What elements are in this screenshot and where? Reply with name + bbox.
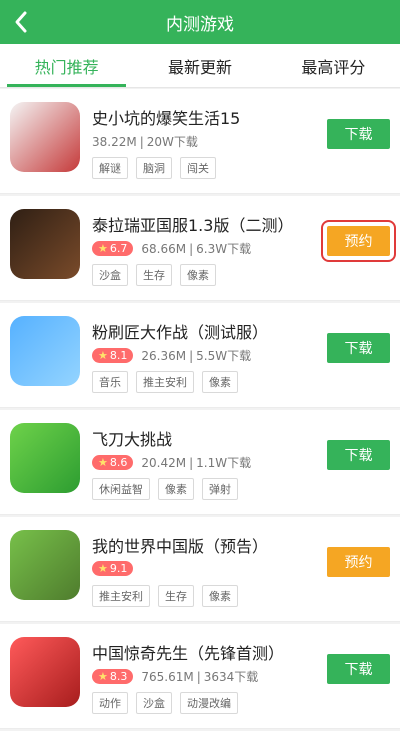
tag-list: 动作 沙盒 动漫改编 xyxy=(92,692,238,714)
game-name: 中国惊奇先生（先锋首测） xyxy=(92,644,285,663)
brush-character-icon xyxy=(10,316,80,386)
game-downloads: 3634下载 xyxy=(203,670,259,684)
back-arrow-icon[interactable] xyxy=(8,8,36,36)
game-item[interactable]: 飞刀大挑战 ★ 8.6 20.42M | 1.1W下载 休闲益智 像素 弹射 下载 xyxy=(0,410,400,515)
game-meta: ★ 8.6 20.42M | 1.1W下载 xyxy=(92,454,251,471)
star-icon: ★ xyxy=(98,670,108,683)
download-button[interactable]: 下载 xyxy=(327,654,390,684)
tag[interactable]: 生存 xyxy=(158,585,194,607)
tab-latest[interactable]: 最新更新 xyxy=(133,44,266,87)
game-downloads: 20W下载 xyxy=(146,135,198,149)
game-meta: ★ 6.7 68.66M | 6.3W下载 xyxy=(92,240,251,257)
tag[interactable]: 像素 xyxy=(158,478,194,500)
game-item[interactable]: 中国惊奇先生（先锋首测） ★ 8.3 765.61M | 3634下载 动作 沙盒… xyxy=(0,624,400,729)
tab-hot[interactable]: 热门推荐 xyxy=(0,44,133,87)
game-size: 38.22M xyxy=(92,134,137,149)
rating-badge: ★ 8.1 xyxy=(92,348,134,363)
game-downloads: 1.1W下载 xyxy=(196,456,252,470)
tag[interactable]: 像素 xyxy=(202,585,238,607)
tag-list: 沙盒 生存 像素 xyxy=(92,264,216,286)
tag[interactable]: 生存 xyxy=(136,264,172,286)
game-downloads: 5.5W下载 xyxy=(196,349,252,363)
game-size: 765.61M xyxy=(141,669,194,684)
tag[interactable]: 休闲益智 xyxy=(92,478,150,500)
cartoon-face-icon xyxy=(10,102,80,172)
rating-badge: ★ 9.1 xyxy=(92,561,134,576)
tag-list: 推主安利 生存 像素 xyxy=(92,585,238,607)
star-icon: ★ xyxy=(98,456,108,469)
game-name: 我的世界中国版（预告） xyxy=(92,537,269,556)
game-list: 史小坑的爆笑生活15 38.22M | 20W下载 解谜 脑洞 闯关 下载 泰拉… xyxy=(0,89,400,731)
game-item[interactable]: 粉刷匠大作战（测试服） ★ 8.1 26.36M | 5.5W下载 音乐 推主安利… xyxy=(0,303,400,408)
tag[interactable]: 动漫改编 xyxy=(180,692,238,714)
tag[interactable]: 动作 xyxy=(92,692,128,714)
tag[interactable]: 推主安利 xyxy=(136,371,194,393)
game-size: 20.42M xyxy=(141,455,187,470)
game-meta: 38.22M | 20W下载 xyxy=(92,134,198,150)
star-icon: ★ xyxy=(98,349,108,362)
top-bar: 内测游戏 xyxy=(0,0,400,44)
reserve-button[interactable]: 预约 xyxy=(321,220,396,262)
game-item[interactable]: 泰拉瑞亚国服1.3版（二测） ★ 6.7 68.66M | 6.3W下载 沙盒 生… xyxy=(0,196,400,301)
rating-badge: ★ 6.7 xyxy=(92,241,134,256)
tab-bar: 热门推荐 最新更新 最高评分 xyxy=(0,44,400,88)
tag[interactable]: 音乐 xyxy=(92,371,128,393)
knife-icon xyxy=(10,423,80,493)
tag[interactable]: 解谜 xyxy=(92,157,128,179)
game-name: 史小坑的爆笑生活15 xyxy=(92,109,241,128)
tag[interactable]: 弹射 xyxy=(202,478,238,500)
tag[interactable]: 像素 xyxy=(180,264,216,286)
tag-list: 音乐 推主安利 像素 xyxy=(92,371,238,393)
game-meta: ★ 8.1 26.36M | 5.5W下载 xyxy=(92,347,251,364)
tag[interactable]: 推主安利 xyxy=(92,585,150,607)
game-meta: ★ 9.1 xyxy=(92,561,141,576)
game-item[interactable]: 史小坑的爆笑生活15 38.22M | 20W下载 解谜 脑洞 闯关 下载 xyxy=(0,89,400,194)
rating-badge: ★ 8.6 xyxy=(92,455,134,470)
tag-list: 休闲益智 像素 弹射 xyxy=(92,478,238,500)
star-icon: ★ xyxy=(98,242,108,255)
game-size: 26.36M xyxy=(141,348,187,363)
game-downloads: 6.3W下载 xyxy=(196,242,252,256)
download-button[interactable]: 下载 xyxy=(327,440,390,470)
rating-badge: ★ 8.3 xyxy=(92,669,134,684)
tab-top-rated[interactable]: 最高评分 xyxy=(267,44,400,87)
page-title: 内测游戏 xyxy=(166,14,234,35)
tag[interactable]: 沙盒 xyxy=(92,264,128,286)
anime-character-icon xyxy=(10,637,80,707)
star-icon: ★ xyxy=(98,562,108,575)
game-meta: ★ 8.3 765.61M | 3634下载 xyxy=(92,668,258,685)
game-size: 68.66M xyxy=(141,241,187,256)
game-item[interactable]: 我的世界中国版（预告） ★ 9.1 推主安利 生存 像素 预约 xyxy=(0,517,400,622)
game-name: 飞刀大挑战 xyxy=(92,430,173,449)
pixel-adventure-icon xyxy=(10,209,80,279)
tag[interactable]: 闯关 xyxy=(180,157,216,179)
minecraft-block-icon xyxy=(10,530,80,600)
tag-list: 解谜 脑洞 闯关 xyxy=(92,157,216,179)
game-name: 粉刷匠大作战（测试服） xyxy=(92,323,269,342)
tag[interactable]: 沙盒 xyxy=(136,692,172,714)
game-name: 泰拉瑞亚国服1.3版（二测） xyxy=(92,216,294,235)
download-button[interactable]: 下载 xyxy=(327,333,390,363)
download-button[interactable]: 下载 xyxy=(327,119,390,149)
reserve-button[interactable]: 预约 xyxy=(327,547,390,577)
tag[interactable]: 脑洞 xyxy=(136,157,172,179)
tag[interactable]: 像素 xyxy=(202,371,238,393)
